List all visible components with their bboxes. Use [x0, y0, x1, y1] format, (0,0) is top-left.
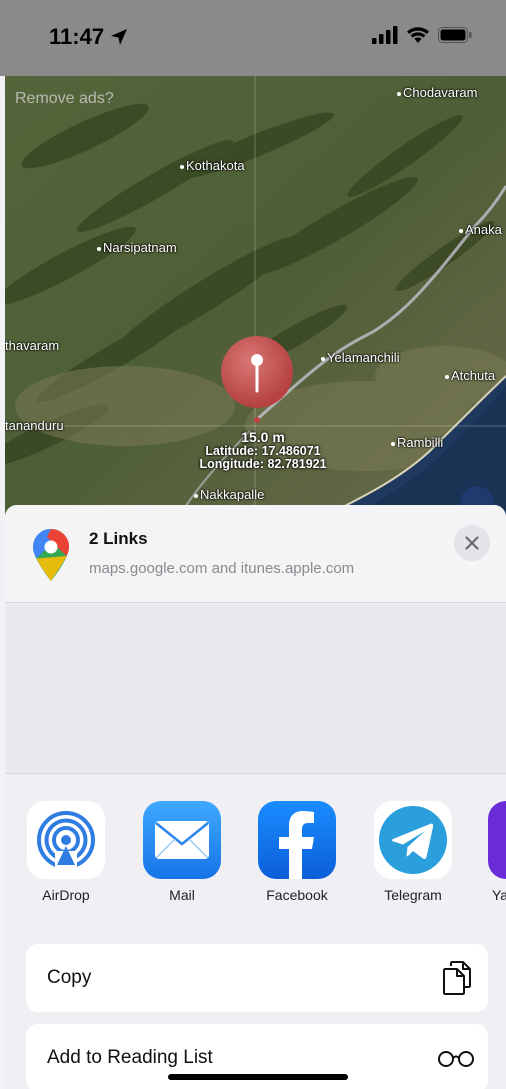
google-maps-icon	[33, 529, 69, 581]
place-label-kothakota: Kothakota	[180, 158, 245, 173]
share-app-label: Facebook	[266, 887, 328, 903]
share-app-mail[interactable]: Mail	[142, 801, 222, 903]
place-label-chodavaram: Chodavaram	[397, 85, 477, 100]
place-label-anaka: Anaka	[459, 222, 502, 237]
place-label-rambilli: Rambilli	[391, 435, 443, 450]
share-title: 2 Links	[89, 529, 148, 548]
place-label-tananduru: tananduru	[5, 418, 64, 433]
mail-icon	[143, 801, 221, 879]
share-apps-row: AirDrop Mail Facebook Telegram Ya	[5, 801, 506, 911]
share-app-label: Ya	[492, 887, 506, 903]
battery-icon	[438, 27, 472, 43]
home-indicator[interactable]	[168, 1074, 348, 1080]
pin-longitude: Longitude: 82.781921	[199, 457, 327, 471]
pin-accuracy: 15.0 m	[241, 429, 285, 445]
copy-action[interactable]: Copy	[26, 944, 488, 1012]
satellite-map[interactable]: Remove ads? Chodavaram Kothakota Narsipa…	[5, 76, 506, 516]
share-app-yahoo[interactable]: Ya	[488, 801, 506, 903]
share-app-label: Telegram	[384, 887, 442, 903]
wifi-icon	[407, 27, 429, 43]
airdrop-icon	[27, 801, 105, 879]
share-subtitle: maps.google.com and itunes.apple.com	[89, 560, 355, 577]
telegram-icon	[374, 801, 452, 879]
place-label-nakkapalle: Nakkapalle	[194, 487, 264, 502]
location-pin-icon[interactable]	[219, 336, 295, 426]
cellular-signal-icon	[372, 26, 398, 44]
location-arrow-icon	[111, 29, 128, 45]
share-sheet: 2 Links maps.google.com and itunes.apple…	[5, 505, 506, 1089]
share-sheet-header: 2 Links maps.google.com and itunes.apple…	[5, 505, 506, 603]
share-app-label: Mail	[169, 887, 195, 903]
pin-info: 15.0 m Latitude: 17.486071 Longitude: 82…	[188, 430, 338, 471]
share-app-airdrop[interactable]: AirDrop	[26, 801, 106, 903]
share-app-facebook[interactable]: Facebook	[257, 801, 337, 903]
close-button[interactable]	[454, 525, 490, 561]
place-label-atchuta: Atchuta	[445, 368, 495, 383]
place-label-yelamanchili: Yelamanchili	[321, 350, 400, 365]
share-app-telegram[interactable]: Telegram	[373, 801, 453, 903]
status-time: 11:47	[49, 24, 105, 49]
yahoo-icon	[488, 801, 506, 879]
reading-list-action-label: Add to Reading List	[47, 1047, 213, 1068]
status-bar: 11:47	[0, 0, 506, 76]
remove-ads-link[interactable]: Remove ads?	[15, 90, 114, 108]
place-label-thavaram: thavaram	[5, 338, 60, 353]
place-label-narsipatnam: Narsipatnam	[97, 240, 177, 255]
close-icon	[465, 536, 479, 550]
copy-action-label: Copy	[47, 967, 92, 988]
copy-icon	[440, 961, 474, 995]
facebook-icon	[258, 801, 336, 879]
share-app-label: AirDrop	[42, 887, 90, 903]
status-indicators	[372, 26, 472, 44]
status-time-group: 11:47	[49, 22, 128, 52]
glasses-icon	[436, 1041, 476, 1075]
share-preview-area	[5, 604, 506, 774]
